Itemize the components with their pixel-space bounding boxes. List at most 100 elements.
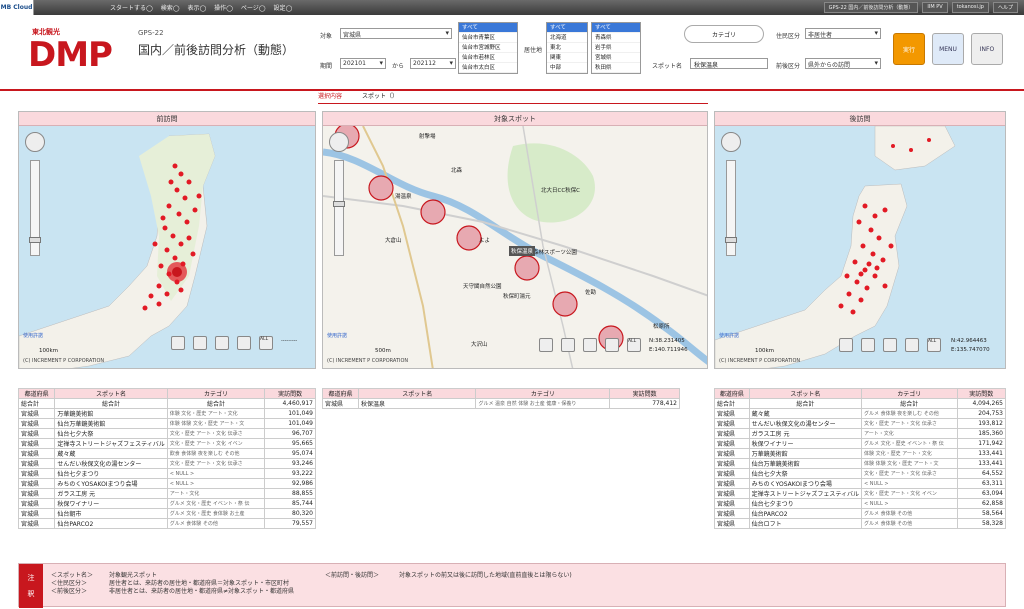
menu-page[interactable]: ページ◯ xyxy=(241,3,266,12)
run-button[interactable]: 実行 xyxy=(893,33,925,65)
list-item[interactable]: 秋田県 xyxy=(592,63,640,73)
target-spot-map[interactable]: 射撃場 湯温泉 北森 北大日CC秋保C 大倉山 よよ リゾート森林スポーツ公園 … xyxy=(323,126,707,368)
zoom-handle[interactable] xyxy=(725,237,737,243)
domain-tab[interactable]: tokanosi.jp xyxy=(951,2,989,13)
table-row[interactable]: 宮城県 みちのくYOSAKOIまつり会場 < NULL >63,311 xyxy=(714,478,1007,489)
menu-settings[interactable]: 設定◯ xyxy=(273,3,292,12)
table-row[interactable]: 宮城県 仙台七夕まつり < NULL >93,222 xyxy=(17,468,316,479)
col-header[interactable]: スポット名 xyxy=(748,388,863,399)
table-row[interactable]: 宮城県 定禅寺ストリートジャズフェスティバル 文化・歴史 アート・文化 イベン 63,… xyxy=(714,488,1007,499)
category-button[interactable]: カテゴリ xyxy=(684,25,764,43)
col-header[interactable]: 都道府県 xyxy=(17,388,56,399)
page-tab[interactable]: GPS-22 国内／前後訪問分析（動態） xyxy=(823,2,919,13)
list-item[interactable]: 仙台市青葉区 xyxy=(459,33,517,43)
usage-link[interactable]: 使用許諾 xyxy=(327,332,347,339)
all-icon[interactable]: ALL xyxy=(627,338,641,352)
pointer-icon[interactable] xyxy=(561,338,575,352)
list-item[interactable]: 青森県 xyxy=(592,33,640,43)
zoom-handle[interactable] xyxy=(29,237,41,243)
next-visit-map[interactable]: 使用許諾 100km (C) INCREMENT P CORPORATION A… xyxy=(715,126,1005,368)
table-row[interactable]: 宮城県 万華鏡美術館 体験 文化・歴史 アート・文化 133,441 xyxy=(714,448,1007,459)
pointer-icon[interactable] xyxy=(861,338,875,352)
list-item[interactable]: 関東 xyxy=(547,53,587,63)
table-row[interactable]: 宮城県 仙台七夕大祭 文化・歴史 アート・文化 伝承さ 64,552 xyxy=(714,468,1007,479)
menu-button[interactable]: MENU xyxy=(932,33,964,65)
previous-visit-map[interactable]: 使用許諾 100km (C) INCREMENT P CORPORATION A… xyxy=(19,126,315,368)
col-header[interactable]: 実訪問数 xyxy=(609,388,680,399)
target-select[interactable]: 宮城県 xyxy=(340,28,452,39)
table-row[interactable]: 宮城県 仙台PARCO2 グルメ 食体験 その他 58,564 xyxy=(714,508,1007,519)
col-header[interactable]: カテゴリ xyxy=(861,388,958,399)
col-header[interactable]: カテゴリ xyxy=(166,388,266,399)
list-item[interactable]: すべて xyxy=(592,23,640,33)
col-header[interactable]: スポット名 xyxy=(357,388,477,399)
table-row[interactable]: 宮城県 ガラス工房 元アート・文化 185,360 xyxy=(714,428,1007,439)
resident-select[interactable]: 非居住者 xyxy=(805,28,881,39)
list-item[interactable]: すべて xyxy=(459,23,517,33)
pan-control[interactable] xyxy=(329,132,349,152)
table-row[interactable]: 宮城県 蔵々蔵 グルメ 食体験 夜を楽しむ その他 204,753 xyxy=(714,408,1007,419)
pan-control[interactable] xyxy=(721,132,741,152)
menu-search[interactable]: 検索◯ xyxy=(161,3,180,12)
list-item[interactable]: 北海道 xyxy=(547,33,587,43)
spot-popup[interactable]: 秋保温泉 xyxy=(509,246,536,256)
spot-name-input[interactable]: 秋保温泉 xyxy=(690,58,768,69)
tab-selection[interactable]: 選択内容 xyxy=(318,91,342,100)
period-from-select[interactable]: 202101 xyxy=(340,58,386,69)
info-button[interactable]: INFO xyxy=(971,33,1003,65)
layer-icon[interactable] xyxy=(237,336,251,350)
table-row[interactable]: 宮城県 仙台ロフト グルメ 食体験 その他 58,328 xyxy=(714,518,1007,529)
menu-view[interactable]: 表示◯ xyxy=(187,3,206,12)
menu-start[interactable]: スタートする◯ xyxy=(110,3,153,12)
table-row[interactable]: 宮城県 蔵々蔵 飲食 食体験 夜を楽しむ その他 95,074 xyxy=(17,448,316,459)
all-icon[interactable]: ALL xyxy=(927,338,941,352)
usage-link[interactable]: 使用許諾 xyxy=(719,332,739,339)
col-header[interactable]: 都道府県 xyxy=(714,388,750,399)
list-item[interactable]: 仙台市宮城野区 xyxy=(459,43,517,53)
list-item[interactable]: 中部 xyxy=(547,63,587,73)
layer-icon[interactable] xyxy=(905,338,919,352)
table-row[interactable]: 宮城県 ガラス工房 元アート・文化 88,855 xyxy=(17,488,316,499)
visit-type-select[interactable]: 県外からの訪問 xyxy=(805,58,881,69)
table-row[interactable]: 宮城県 秋保ワイナリー グルメ 文化・歴史 イベント・祭 伝 171,942 xyxy=(714,438,1007,449)
table-row[interactable]: 宮城県 せんだい秋保文化の湯センター 文化・歴史 アート・文化 伝承さ 193,812 xyxy=(714,418,1007,429)
table-row[interactable]: 宮城県 仙台七夕大祭 文化・歴史 アート・文化 伝承さ 96,707 xyxy=(17,428,316,439)
table-row[interactable]: 宮城県 定禅寺ストリートジャズフェスティバル 文化・歴史 アート・文化 イベン 95,… xyxy=(17,438,316,449)
col-header[interactable]: スポット名 xyxy=(54,388,168,399)
residence-region-list[interactable]: すべて 北海道 東北 関東 中部 xyxy=(546,22,588,74)
tab-spot[interactable]: スポット（） xyxy=(362,91,398,100)
measure-icon[interactable] xyxy=(883,338,897,352)
table-row[interactable]: 宮城県 秋保温泉 グルメ 温泉 自然 体験 お土産 健康・保養り 778,412 xyxy=(322,398,680,409)
list-item[interactable]: 宮城県 xyxy=(592,53,640,63)
zoom-slider[interactable] xyxy=(29,160,41,256)
all-icon[interactable]: ALL xyxy=(259,336,273,350)
measure-icon[interactable] xyxy=(215,336,229,350)
table-row[interactable]: 宮城県 せんだい秋保文化の湯センター 文化・歴史 アート・文化 伝承さ 93,246 xyxy=(17,458,316,469)
zoom-slider[interactable] xyxy=(333,160,345,256)
usage-link[interactable]: 使用許諾 xyxy=(23,332,43,339)
menu-operate[interactable]: 操作◯ xyxy=(214,3,233,12)
list-item[interactable]: 岩手県 xyxy=(592,43,640,53)
table-row[interactable]: 宮城県 仙台朝市 グルメ 文化・歴史 食体験 お土産 80,320 xyxy=(17,508,316,519)
list-item[interactable]: 仙台市若林区 xyxy=(459,53,517,63)
table-row[interactable]: 宮城県 仙台万華鏡美術館 体験 体験 文化・歴史 アート・文 101,049 xyxy=(17,418,316,429)
layer-icon[interactable] xyxy=(605,338,619,352)
table-row[interactable]: 宮城県 仙台万華鏡美術館 体験 体験 文化・歴史 アート・文 133,441 xyxy=(714,458,1007,469)
residence-pref-list[interactable]: すべて 青森県 岩手県 宮城県 秋田県 xyxy=(591,22,641,74)
help-link[interactable]: ヘルプ xyxy=(992,2,1018,13)
col-header[interactable]: 都道府県 xyxy=(322,388,359,399)
pan-control[interactable] xyxy=(25,132,45,152)
zoom-area-icon[interactable] xyxy=(171,336,185,350)
zoom-area-icon[interactable] xyxy=(539,338,553,352)
table-row[interactable]: 宮城県 万華鏡美術館 体験 文化・歴史 アート・文化 101,049 xyxy=(17,408,316,419)
table-row[interactable]: 宮城県 みちのくYOSAKOIまつり会場 < NULL >92,986 xyxy=(17,478,316,489)
measure-icon[interactable] xyxy=(583,338,597,352)
table-row[interactable]: 宮城県 仙台七夕まつり < NULL >62,858 xyxy=(714,498,1007,509)
list-item[interactable]: 仙台市太白区 xyxy=(459,63,517,73)
pv-tab[interactable]: IIM PV xyxy=(922,2,948,13)
target-area-list[interactable]: すべて 仙台市青葉区 仙台市宮城野区 仙台市若林区 仙台市太白区 xyxy=(458,22,518,74)
zoom-area-icon[interactable] xyxy=(839,338,853,352)
table-row[interactable]: 宮城県 秋保ワイナリー グルメ 文化・歴史 イベント・祭 伝 85,744 xyxy=(17,498,316,509)
col-header[interactable]: 実訪問数 xyxy=(956,388,1007,399)
col-header[interactable]: カテゴリ xyxy=(475,388,611,399)
